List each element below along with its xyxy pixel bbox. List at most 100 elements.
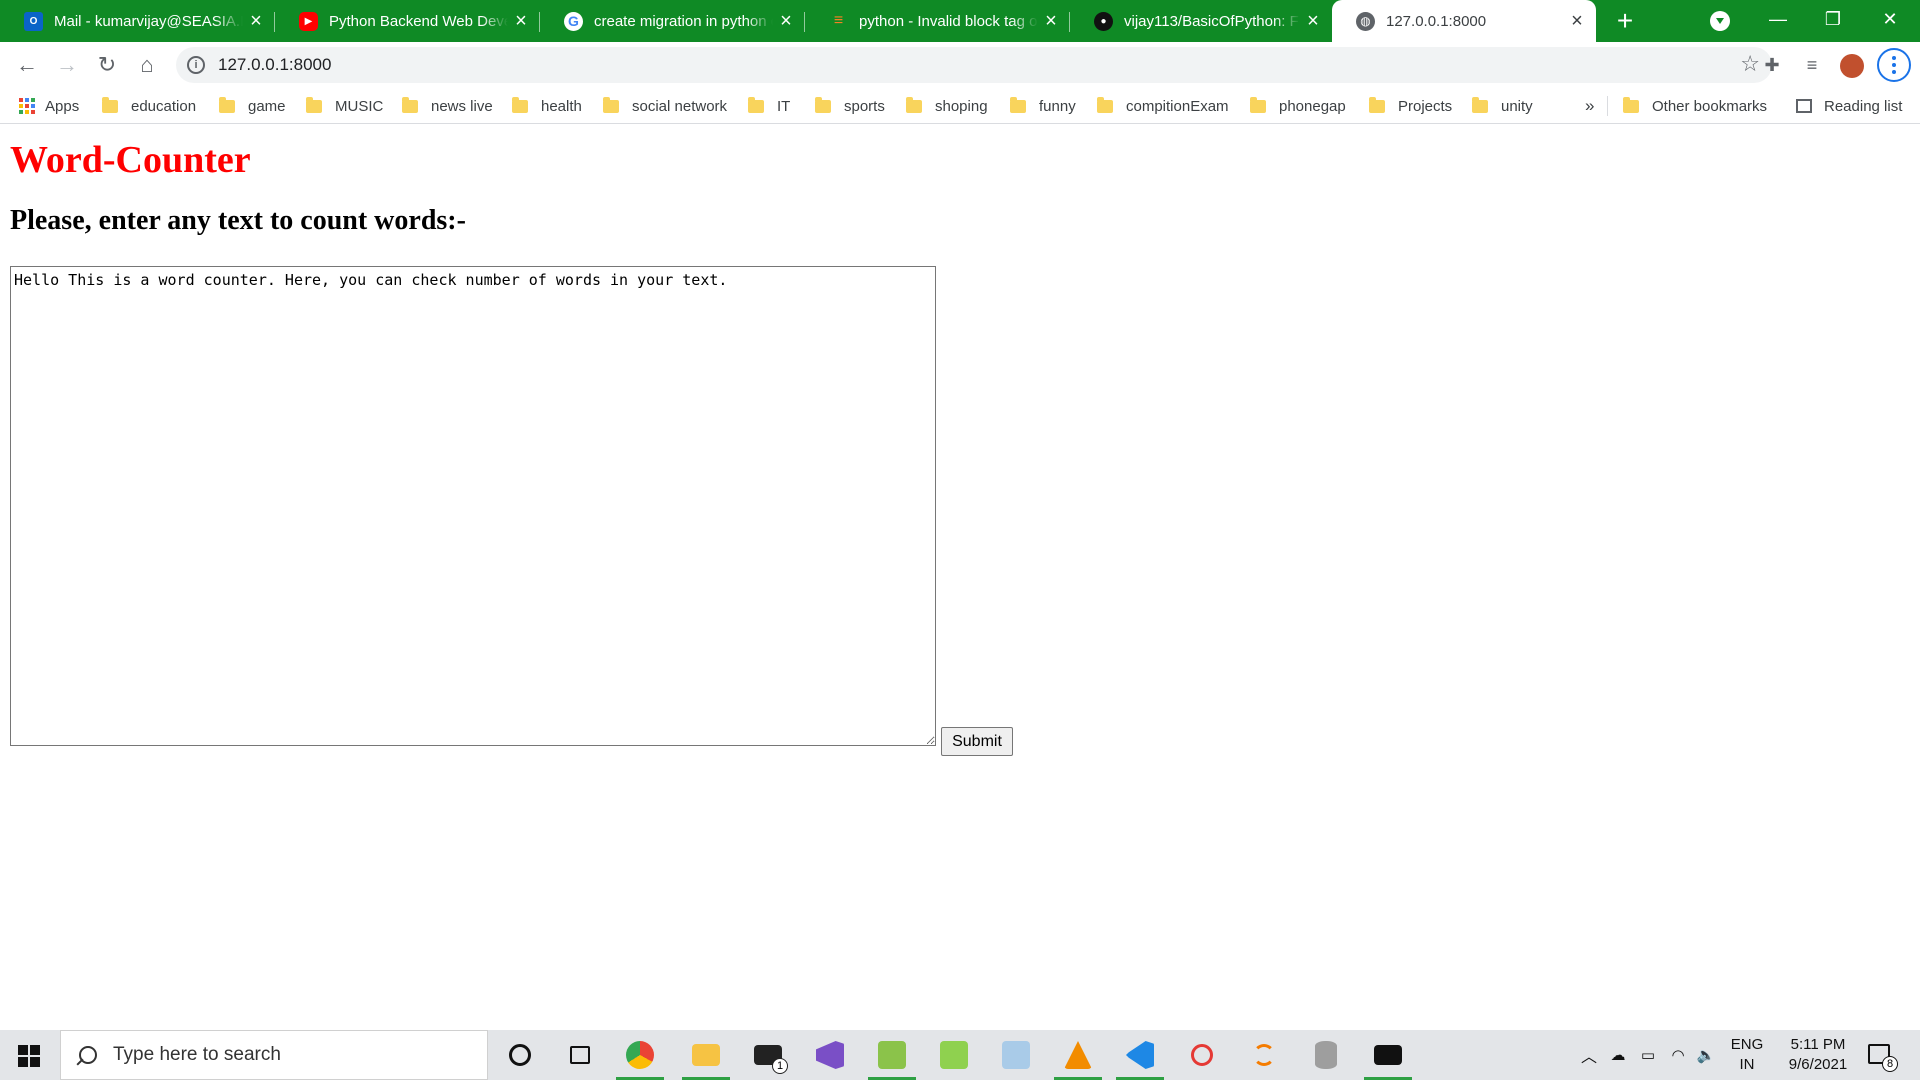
terminal-icon[interactable] [1362, 1030, 1414, 1080]
remote-desktop-icon[interactable] [990, 1030, 1042, 1080]
folder-icon [906, 96, 922, 113]
reading-list-icon [1796, 99, 1812, 113]
tab-github[interactable]: ● vijay113/BasicOfPython: Fundamentals × [1070, 0, 1332, 42]
file-explorer-icon[interactable] [680, 1030, 732, 1080]
bookmark-label: Projects [1398, 97, 1453, 115]
tab-title: create migration in python django [594, 12, 773, 30]
bookmark-folder[interactable]: sports [815, 88, 885, 124]
bookmark-label: MUSIC [335, 97, 384, 115]
cortana-icon[interactable] [494, 1030, 546, 1080]
wifi-icon[interactable]: ◠ [1666, 1030, 1690, 1080]
stackoverflow-icon: ≡ [833, 12, 844, 29]
bookmark-folder[interactable]: IT [748, 88, 790, 124]
tab-youtube[interactable]: ▶ Python Backend Web Development × [275, 0, 540, 42]
bookmark-folder[interactable]: compitionExam [1097, 88, 1229, 124]
language-indicator[interactable]: ENG IN [1726, 1030, 1768, 1080]
folder-icon [512, 96, 528, 113]
address-bar-url[interactable]: 127.0.0.1:8000 [218, 47, 331, 83]
bookmark-folder[interactable]: Projects [1369, 88, 1452, 124]
bookmark-folder[interactable]: news live [402, 88, 493, 124]
tools-icon[interactable] [928, 1030, 980, 1080]
visual-studio-icon[interactable] [804, 1030, 856, 1080]
show-hidden-icons-chevron-icon[interactable]: ︿ [1578, 1030, 1600, 1080]
folder-icon [1369, 96, 1385, 113]
globe-icon: ◍ [1356, 11, 1375, 31]
system-clock[interactable]: 5:11 PM 9/6/2021 [1776, 1030, 1860, 1080]
bookmarks-overflow-button[interactable]: » [1585, 88, 1594, 124]
task-view-icon[interactable] [554, 1030, 606, 1080]
windows-start-icon[interactable] [18, 1045, 40, 1067]
bookmark-folder[interactable]: phonegap [1250, 88, 1346, 124]
profile-avatar[interactable] [1840, 54, 1864, 78]
bookmark-label: Apps [45, 97, 80, 115]
notepad-icon[interactable] [866, 1030, 918, 1080]
bookmark-folder[interactable]: social network [603, 88, 727, 124]
bookmark-folder[interactable]: funny [1010, 88, 1076, 124]
onedrive-icon[interactable]: ☁ [1606, 1030, 1630, 1080]
bookmark-label: game [248, 97, 286, 115]
restore-button[interactable]: ❐ [1803, 0, 1863, 42]
bookmark-other[interactable]: Other bookmarks [1623, 88, 1767, 124]
chrome-taskbar-icon[interactable] [614, 1030, 666, 1080]
bookmarks-bar: Apps education game MUSIC news live heal… [0, 88, 1920, 124]
database-icon[interactable] [1300, 1030, 1352, 1080]
page-title: Word-Counter [10, 139, 251, 181]
tab-stackoverflow[interactable]: ≡ python - Invalid block tag on line × [805, 0, 1070, 42]
chrome-menu-button[interactable] [1877, 48, 1911, 82]
folder-icon [306, 96, 322, 113]
bookmark-label: sports [844, 97, 885, 115]
close-icon[interactable]: × [508, 11, 534, 31]
text-input-area[interactable]: Hello This is a word counter. Here, you … [10, 266, 936, 746]
windows-taskbar: Type here to search 1 ︿ ☁ ▭ ◠ 🔈 ENG IN 5… [0, 1030, 1920, 1080]
tab-title: python - Invalid block tag on line [859, 12, 1038, 30]
bookmark-folder[interactable]: game [219, 88, 286, 124]
close-icon[interactable]: × [1300, 11, 1326, 31]
close-icon[interactable]: × [773, 11, 799, 31]
notification-count-badge: 8 [1882, 1056, 1898, 1072]
volume-icon[interactable]: 🔈 [1694, 1030, 1718, 1080]
back-button[interactable]: ← [12, 50, 42, 80]
bookmark-folder[interactable]: education [102, 88, 196, 124]
folder-icon [1097, 96, 1113, 113]
minimize-button[interactable]: — [1748, 0, 1808, 42]
close-icon[interactable]: × [243, 11, 269, 31]
forward-button[interactable]: → [52, 50, 82, 80]
close-window-button[interactable]: ✕ [1860, 0, 1920, 42]
battery-icon[interactable]: ▭ [1636, 1030, 1660, 1080]
reading-list-button[interactable]: Reading list [1796, 88, 1902, 124]
reload-button[interactable]: ↻ [92, 50, 122, 80]
folder-icon [815, 96, 831, 113]
mail-icon[interactable]: 1 [742, 1030, 794, 1080]
tab-google[interactable]: G create migration in python django × [540, 0, 805, 42]
vlc-icon[interactable] [1052, 1030, 1104, 1080]
bookmarks-divider [1607, 96, 1608, 116]
bookmark-label: compitionExam [1126, 97, 1229, 115]
new-tab-button[interactable]: + [1610, 7, 1640, 37]
tab-localhost[interactable]: ◍ 127.0.0.1:8000 × [1332, 0, 1596, 42]
bookmark-label: education [131, 97, 197, 115]
page-content: Word-Counter Please, enter any text to c… [0, 125, 1920, 1030]
site-info-icon[interactable]: i [187, 56, 205, 74]
bookmark-apps[interactable]: Apps [19, 88, 79, 124]
jupyter-icon[interactable] [1238, 1030, 1290, 1080]
address-bar[interactable]: i 127.0.0.1:8000 ☆ [176, 47, 1772, 83]
tab-mail[interactable]: O Mail - kumarvijay@SEASIA.IN × [0, 0, 275, 42]
taskbar-search-box[interactable]: Type here to search [60, 1030, 488, 1080]
tab-search-icon[interactable] [1710, 11, 1730, 31]
close-icon[interactable]: × [1038, 11, 1064, 31]
bookmark-folder[interactable]: MUSIC [306, 88, 383, 124]
folder-icon [1623, 96, 1639, 113]
close-icon[interactable]: × [1564, 11, 1590, 31]
folder-icon [1010, 96, 1026, 113]
vscode-icon[interactable] [1114, 1030, 1166, 1080]
bookmark-folder[interactable]: shoping [906, 88, 988, 124]
bookmark-folder[interactable]: health [512, 88, 582, 124]
extensions-icon[interactable]: ✚ [1757, 50, 1787, 80]
snipping-tool-icon[interactable] [1176, 1030, 1228, 1080]
instruction-heading: Please, enter any text to count words:- [10, 205, 466, 236]
folder-icon [1472, 96, 1488, 113]
bookmark-folder[interactable]: unity [1472, 88, 1533, 124]
home-button[interactable]: ⌂ [132, 50, 162, 80]
submit-button[interactable]: Submit [941, 727, 1013, 756]
media-control-icon[interactable]: ≡ [1797, 50, 1827, 80]
